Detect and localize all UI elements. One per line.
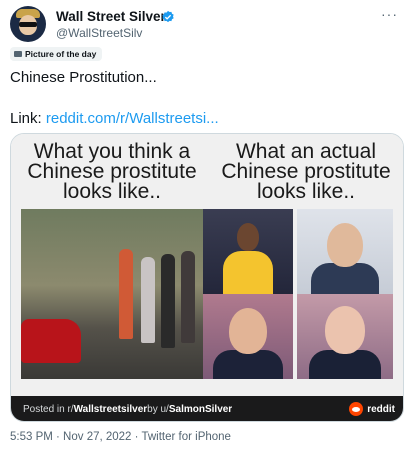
person-figure xyxy=(161,254,175,348)
author-avatar[interactable] xyxy=(10,6,46,42)
picture-of-day-label: Picture of the day xyxy=(10,47,103,61)
biden-photo xyxy=(297,294,393,379)
tweet-timestamp[interactable]: 5:53 PM · Nov 27, 2022 · Twitter for iPh… xyxy=(10,431,231,443)
person-figure xyxy=(119,249,133,339)
reddit-brand: reddit xyxy=(367,403,395,415)
jersey xyxy=(223,251,273,294)
suit xyxy=(309,350,381,379)
camera-icon xyxy=(14,51,22,57)
avatar-glasses xyxy=(19,22,37,27)
author-name[interactable]: Wall Street Silver xyxy=(56,9,166,24)
street-photo xyxy=(21,209,203,379)
meme-image[interactable]: What you think a Chinese prostitute look… xyxy=(11,134,403,396)
link-prefix: Link: xyxy=(10,110,46,127)
tweet-text: Chinese Prostitution... xyxy=(10,69,157,86)
verified-badge-icon xyxy=(162,10,174,23)
footer-prefix: Posted in r/ xyxy=(23,404,74,415)
ellipsis-icon[interactable]: ··· xyxy=(381,6,398,22)
footer-by: by u/ xyxy=(147,404,169,415)
head xyxy=(327,223,363,267)
reddit-username: SalmonSilver xyxy=(168,404,233,415)
head xyxy=(229,308,267,354)
tweet-link[interactable]: reddit.com/r/Wallstreetsi... xyxy=(46,110,219,127)
head xyxy=(237,223,259,251)
fauci-photo xyxy=(297,209,393,294)
reddit-footer[interactable]: Posted in r/Wallstreetsilver by u/Salmon… xyxy=(11,396,403,421)
person-figure xyxy=(141,257,155,343)
reddit-icon xyxy=(349,402,364,416)
lebron-photo xyxy=(203,209,293,294)
suit xyxy=(213,350,283,379)
author-handle[interactable]: @WallStreetSilv xyxy=(56,26,142,40)
head xyxy=(325,306,365,354)
person-figure xyxy=(181,251,195,343)
media-card[interactable]: What you think a Chinese prostitute look… xyxy=(10,133,404,422)
hunter-photo xyxy=(203,294,293,379)
reddit-logo[interactable]: reddit xyxy=(349,402,395,416)
subreddit-name: Wallstreetsilver xyxy=(73,404,148,415)
label-text: Picture of the day xyxy=(25,49,97,59)
suit xyxy=(311,263,379,294)
caption-right: What an actual Chinese prostitute looks … xyxy=(221,140,391,203)
caption-left: What you think a Chinese prostitute look… xyxy=(27,140,197,203)
red-car xyxy=(21,319,81,363)
tweet-link-line: Link: reddit.com/r/Wallstreetsi... xyxy=(10,110,219,127)
